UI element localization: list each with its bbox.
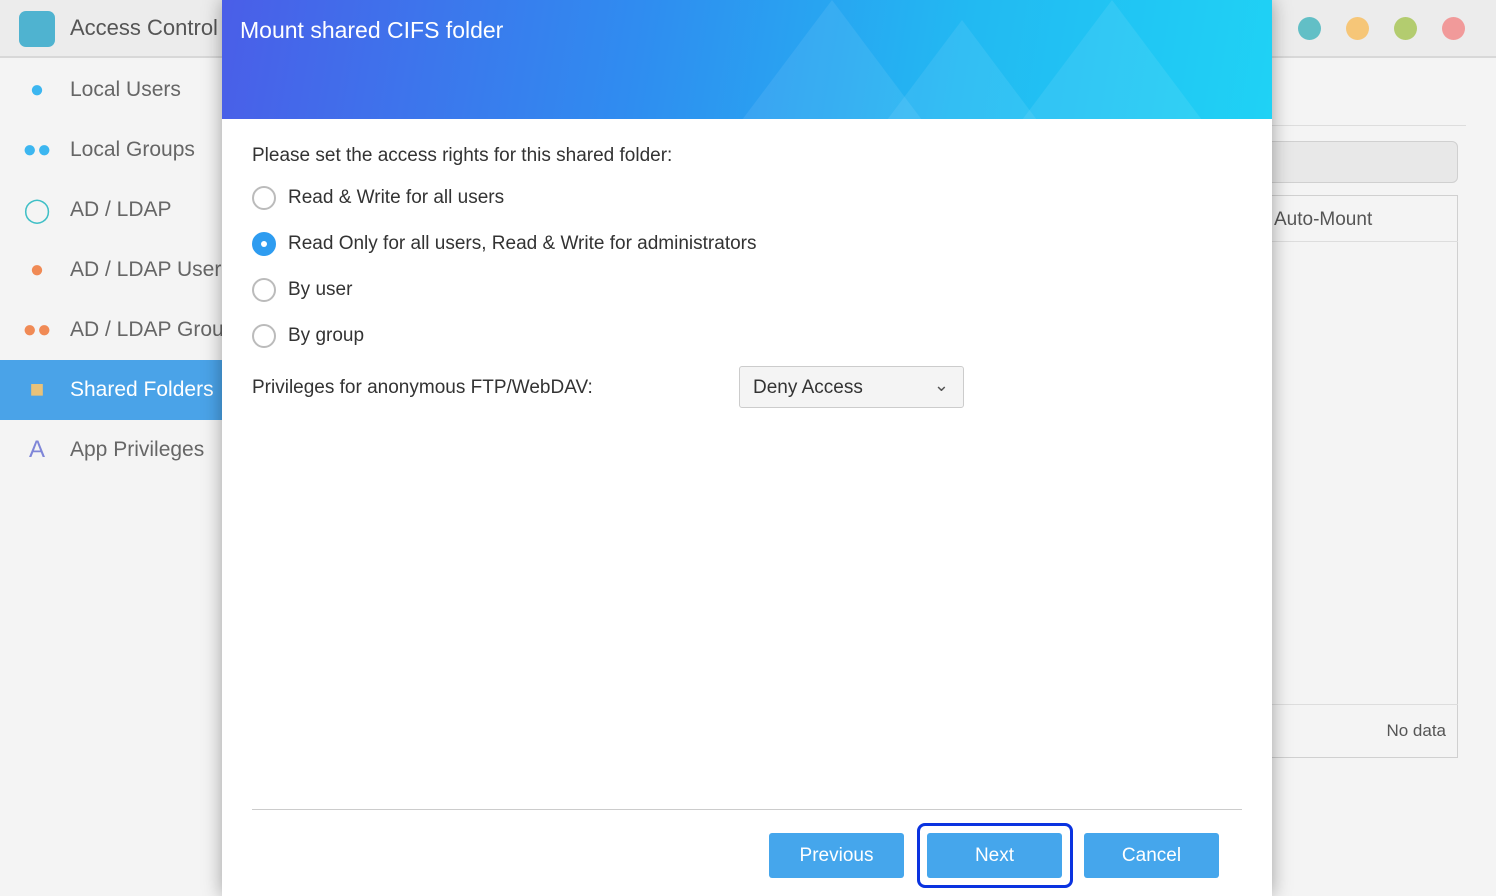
- sidebar-item-label: AD / LDAP: [70, 198, 172, 221]
- radio-option[interactable]: By user: [252, 278, 352, 302]
- radio-label: By user: [288, 279, 353, 300]
- folder-icon: ■: [29, 376, 45, 403]
- anonymous-privileges-label: Privileges for anonymous FTP/WebDAV:: [252, 377, 593, 398]
- sidebar: ● Local Users ●● Local Groups ◯ AD / LDAP ● AD …: [0, 60, 222, 480]
- divider: [252, 809, 1242, 810]
- maximize-button[interactable]: [1346, 17, 1369, 40]
- mount-cifs-dialog: Mount shared CIFS folder Please set the …: [222, 0, 1272, 896]
- previous-button[interactable]: Previous: [769, 833, 904, 878]
- access-control-icon: [19, 11, 55, 47]
- sidebar-item-ad-ldap-groups[interactable]: ●● AD / LDAP Groups: [0, 300, 223, 360]
- radio-button[interactable]: [252, 278, 276, 302]
- app-title: Access Control: [70, 15, 218, 40]
- select-value: Deny Access: [753, 377, 863, 398]
- intro-text: Please set the access rights for this sh…: [252, 145, 673, 166]
- sidebar-item-ad-ldap[interactable]: ◯ AD / LDAP: [0, 180, 222, 240]
- cancel-button[interactable]: Cancel: [1084, 833, 1219, 878]
- close-button[interactable]: [1442, 17, 1465, 40]
- radio-label: By group: [288, 325, 365, 346]
- divider: [1272, 125, 1466, 126]
- group-icon: ●●: [22, 136, 52, 163]
- radio-button[interactable]: [252, 232, 276, 256]
- shared-folders-table: [1260, 195, 1458, 758]
- divider: [1260, 704, 1458, 705]
- dialog-title: Mount shared CIFS folder: [240, 17, 504, 43]
- group-icon: ●●: [22, 316, 52, 343]
- next-button[interactable]: Next: [927, 833, 1062, 878]
- sidebar-item-label: AD / LDAP Groups: [70, 318, 222, 341]
- search-input[interactable]: [1260, 141, 1458, 183]
- column-header-auto-mount[interactable]: Auto-Mount: [1274, 209, 1372, 231]
- sidebar-item-local-groups[interactable]: ●● Local Groups: [0, 120, 222, 180]
- radio-button[interactable]: [252, 324, 276, 348]
- radio-option[interactable]: By group: [252, 324, 364, 348]
- user-icon: ●: [29, 76, 45, 103]
- radio-option[interactable]: Read Only for all users, Read & Write fo…: [252, 232, 757, 256]
- no-data-label: No data: [1386, 721, 1446, 740]
- sidebar-item-label: App Privileges: [70, 438, 205, 461]
- header-decoration: [1022, 0, 1202, 119]
- dialog-header: Mount shared CIFS folder: [222, 0, 1272, 119]
- sidebar-item-local-users[interactable]: ● Local Users: [0, 60, 222, 120]
- sidebar-item-shared-folders[interactable]: ■ Shared Folders: [0, 360, 222, 420]
- divider: [1260, 241, 1458, 242]
- radio-label: Read Only for all users, Read & Write fo…: [288, 233, 757, 254]
- sidebar-item-label: AD / LDAP Users: [70, 258, 222, 281]
- sidebar-item-label: Local Groups: [70, 138, 195, 161]
- key-icon: ◯: [23, 196, 51, 224]
- radio-label: Read & Write for all users: [288, 187, 505, 208]
- sidebar-item-label: Local Users: [70, 78, 181, 101]
- app-icon: A: [28, 436, 45, 463]
- user-icon: ●: [29, 256, 45, 283]
- anonymous-privileges-select[interactable]: Deny Access ⌄: [739, 366, 964, 408]
- radio-option[interactable]: Read & Write for all users: [252, 186, 504, 210]
- chevron-down-icon: ⌄: [933, 375, 949, 395]
- sidebar-item-label: Shared Folders: [70, 378, 214, 401]
- minimize-button[interactable]: [1298, 17, 1321, 40]
- sidebar-item-app-privileges[interactable]: A App Privileges: [0, 420, 222, 480]
- radio-button[interactable]: [252, 186, 276, 210]
- sidebar-item-ad-ldap-users[interactable]: ● AD / LDAP Users: [0, 240, 222, 300]
- restore-button[interactable]: [1394, 17, 1417, 40]
